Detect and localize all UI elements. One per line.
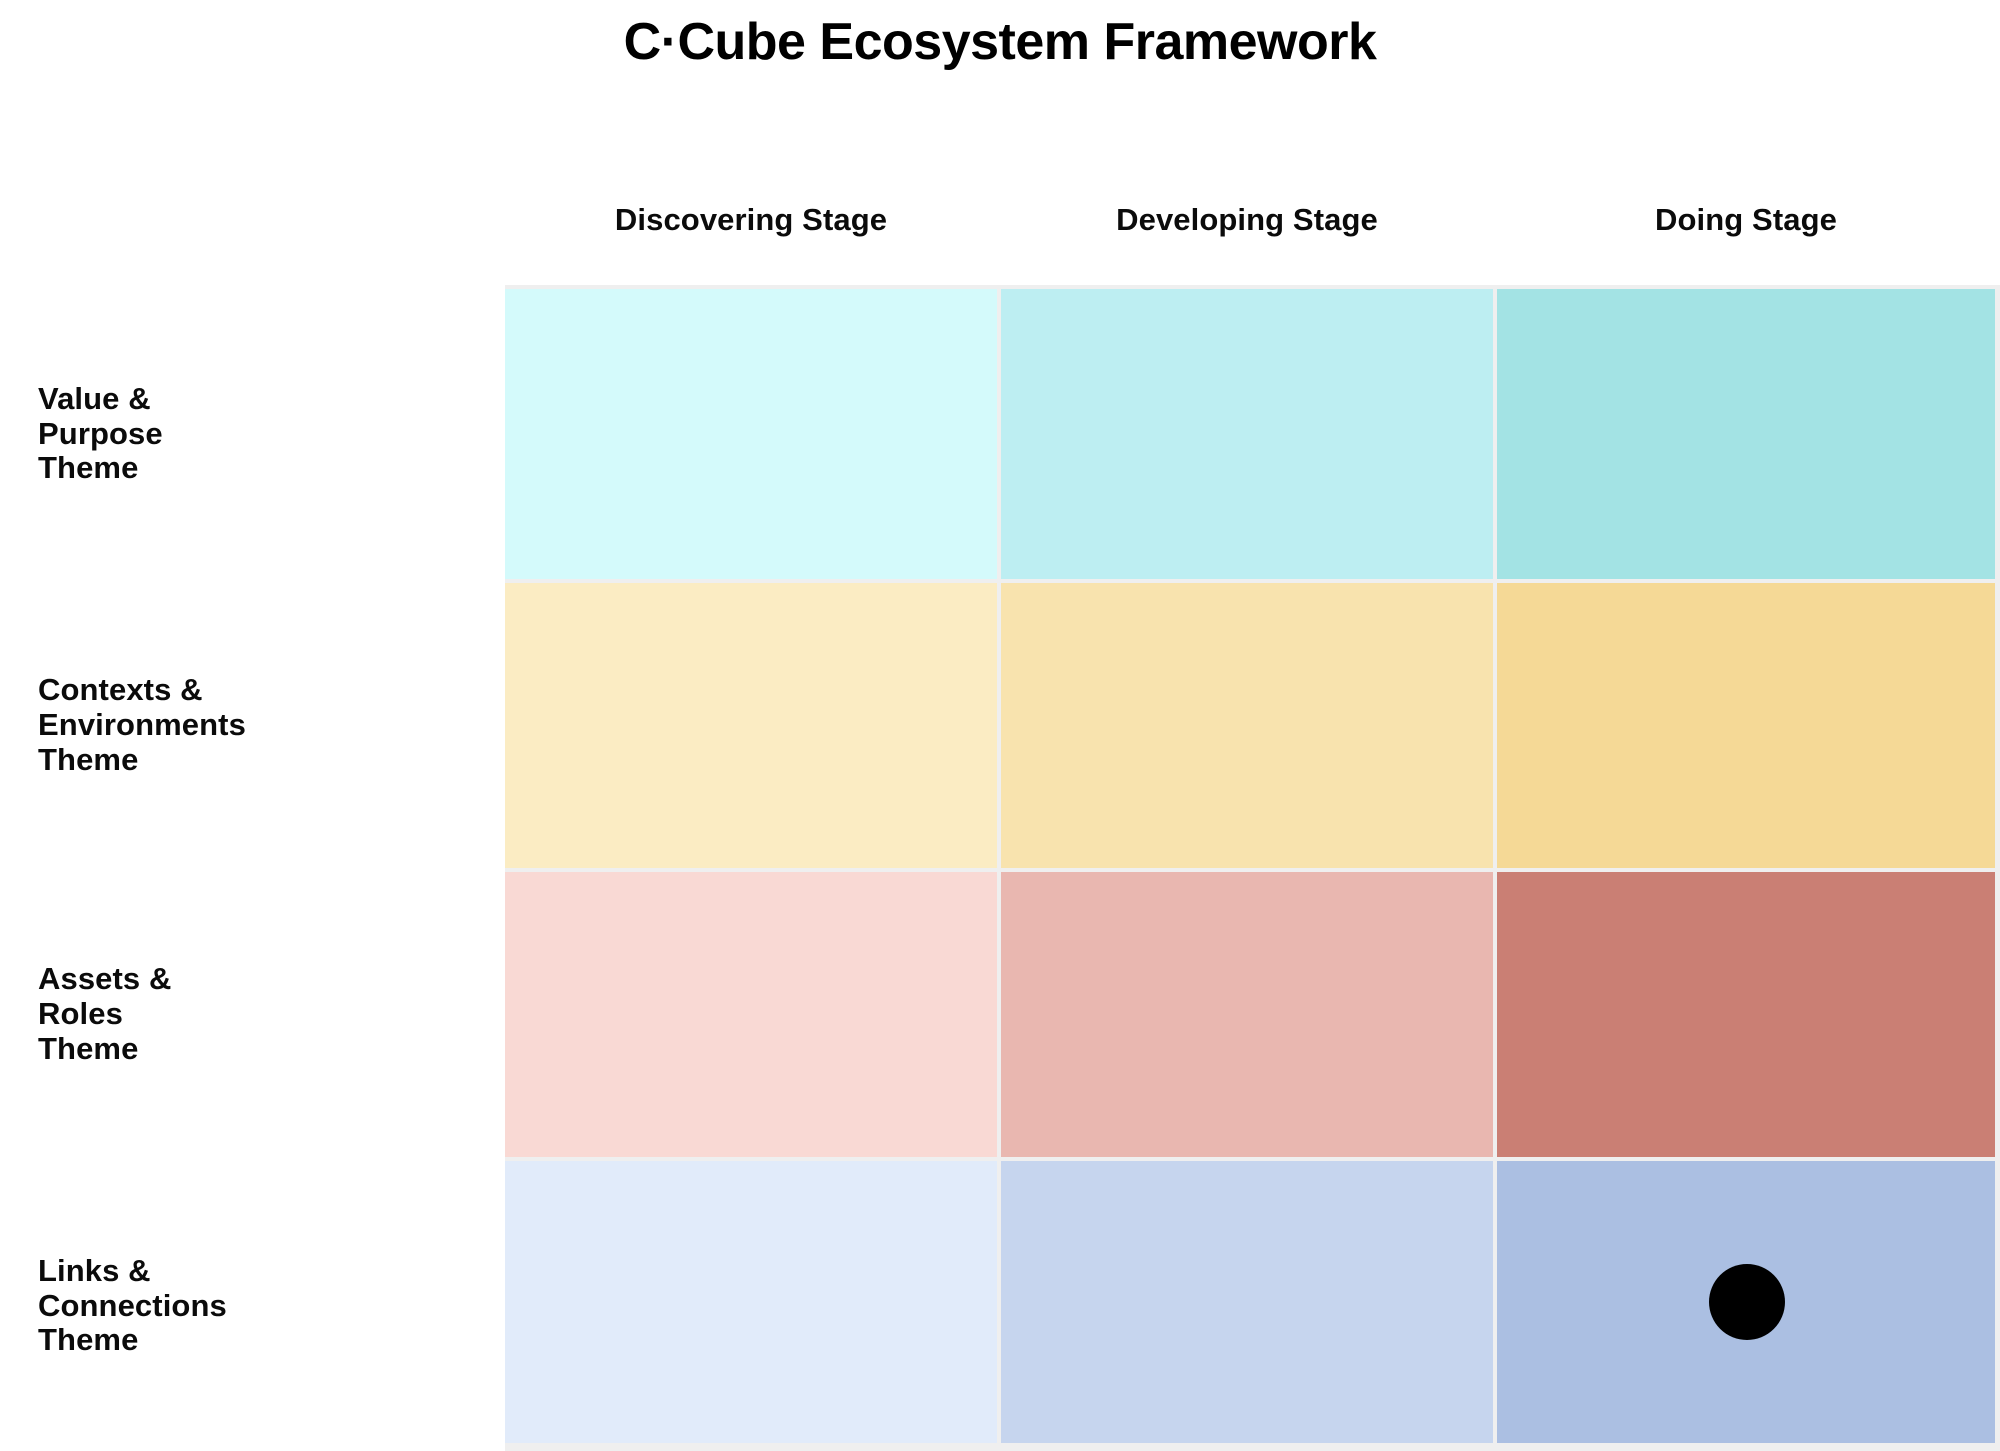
column-header-label: Developing Stage [1116, 202, 1378, 237]
row-label-line: Theme [38, 450, 139, 486]
matrix-cell-value-purpose-developing[interactable] [1001, 289, 1493, 579]
matrix-cell-assets-roles-discovering[interactable] [505, 872, 997, 1157]
matrix-cell-links-connections-discovering[interactable] [505, 1161, 997, 1443]
column-header-developing: Developing Stage [1001, 155, 1493, 285]
selection-marker-dot[interactable] [1709, 1264, 1785, 1340]
matrix-cell-value-purpose-doing[interactable] [1497, 289, 1995, 579]
matrix-cell-assets-roles-developing[interactable] [1001, 872, 1493, 1157]
row-label-line: Theme [38, 1322, 139, 1358]
row-label-line: Value & [38, 380, 151, 416]
row-label-contexts-environments: Contexts & Environments Theme [0, 583, 505, 868]
matrix-cell-contexts-environments-doing[interactable] [1497, 583, 1995, 868]
row-label-line: Assets & [38, 961, 172, 997]
matrix-cell-value-purpose-discovering[interactable] [505, 289, 997, 579]
row-label-line: Purpose [38, 415, 163, 451]
framework-matrix: Discovering Stage Developing Stage Doing… [0, 155, 2000, 1451]
row-label-line: Roles [38, 996, 123, 1032]
column-header-doing: Doing Stage [1497, 155, 1995, 285]
row-label-links-connections: Links & Connections Theme [0, 1161, 505, 1451]
matrix-cell-contexts-environments-developing[interactable] [1001, 583, 1493, 868]
matrix-cell-links-connections-developing[interactable] [1001, 1161, 1493, 1443]
row-label-value-purpose: Value & Purpose Theme [0, 289, 505, 579]
column-header-label: Doing Stage [1655, 202, 1837, 237]
row-label-line: Connections [38, 1287, 227, 1323]
column-header-label: Discovering Stage [614, 202, 888, 237]
page-title: C·Cube Ecosystem Framework [623, 13, 1377, 71]
row-label-line: Links & [38, 1252, 151, 1288]
matrix-cell-assets-roles-doing[interactable] [1497, 872, 1995, 1157]
row-label-line: Contexts & [38, 672, 203, 708]
row-label-assets-roles: Assets & Roles Theme [0, 872, 505, 1157]
matrix-cell-contexts-environments-discovering[interactable] [505, 583, 997, 868]
row-label-line: Theme [38, 741, 139, 777]
column-header-discovering: Discovering Stage [505, 155, 997, 285]
row-label-line: Theme [38, 1030, 139, 1066]
row-label-line: Environments [38, 707, 246, 743]
